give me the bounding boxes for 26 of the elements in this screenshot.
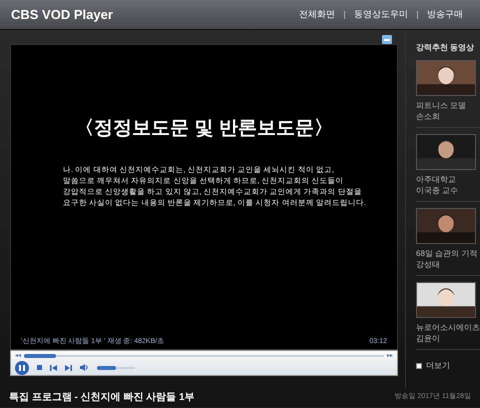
rewind-icon[interactable] [15,354,21,357]
header-link[interactable]: 전체화면 [296,8,338,22]
previous-icon[interactable] [50,364,57,370]
speaker-name[interactable]: 이국종 교수 [416,185,480,196]
pause-button[interactable] [15,360,29,374]
header-link[interactable]: 방송구매 [424,8,466,22]
volume-slider[interactable] [97,366,116,370]
video-caption[interactable]: 68일 습관의 기적 [416,248,480,259]
seek-slider[interactable] [24,354,56,358]
notice-heading: 〈정정보도문 및 반론보도문〉 [74,117,334,141]
forward-icon[interactable] [387,354,393,357]
speaker-name[interactable]: 강성태 [416,259,480,270]
minimize-icon[interactable] [382,35,392,44]
video-caption[interactable]: 뉴로어소시에이츠 [416,322,480,333]
more-link[interactable]: 더보기 [426,360,450,372]
speaker-name[interactable]: 김윤이 [416,333,480,344]
video-caption[interactable]: 피트니스 모델 [416,100,480,111]
speaker-icon[interactable] [80,364,89,371]
more-icon[interactable] [416,363,422,369]
header-link[interactable]: 동영상도우미 [351,8,411,22]
app-title: CBS VOD Player [11,6,113,24]
speaker-name[interactable]: 손소희 [416,111,480,122]
video-caption[interactable]: 아주대학교 [416,174,480,185]
sidebar-heading: 강력추천 동영상 [416,42,476,54]
next-icon[interactable] [65,364,72,370]
program-title: 특집 프로그램 - 신천지에 빠진 사람들 1부 [9,391,195,405]
